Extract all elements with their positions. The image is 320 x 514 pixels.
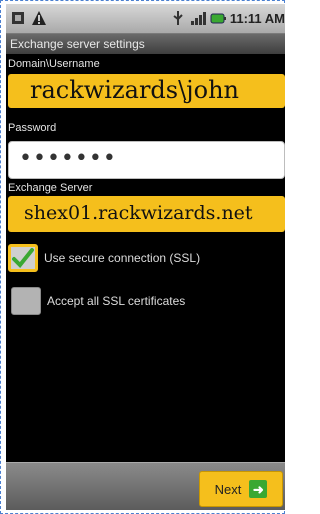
signal-icon <box>190 10 206 26</box>
status-bar: 11:11 AM <box>6 4 285 34</box>
exchange-server-label: Exchange Server <box>8 182 93 194</box>
accept-certs-checkbox[interactable] <box>11 287 41 315</box>
password-label: Password <box>8 122 57 134</box>
arrow-right-icon: ➜ <box>249 480 268 498</box>
usb-icon <box>170 10 186 26</box>
sim-icon <box>10 10 26 26</box>
ssl-label: Use secure connection (SSL) <box>44 251 201 265</box>
clock: 11:11 AM <box>229 10 285 26</box>
battery-icon <box>210 10 226 26</box>
password-field[interactable]: ••••••• <box>8 141 285 179</box>
ssl-checkbox[interactable] <box>8 244 38 272</box>
bottom-bar: Next ➜ <box>6 462 285 510</box>
checkmark-icon <box>12 248 34 268</box>
domain-username-label: Domain\Username <box>8 58 100 70</box>
phone-screen: 11:11 AM Exchange server settings Domain… <box>6 4 285 510</box>
next-button[interactable]: Next ➜ <box>199 471 283 507</box>
warning-icon <box>31 10 47 26</box>
next-label: Next <box>214 481 242 497</box>
exchange-server-field[interactable]: shex01.rackwizards.net <box>8 196 285 232</box>
domain-username-field[interactable]: rackwizards\john <box>8 74 285 108</box>
accept-certs-option[interactable]: Accept all SSL certificates <box>8 287 185 315</box>
screen-title: Exchange server settings <box>6 34 285 54</box>
ssl-option[interactable]: Use secure connection (SSL) <box>8 244 200 272</box>
accept-certs-label: Accept all SSL certificates <box>47 294 186 308</box>
